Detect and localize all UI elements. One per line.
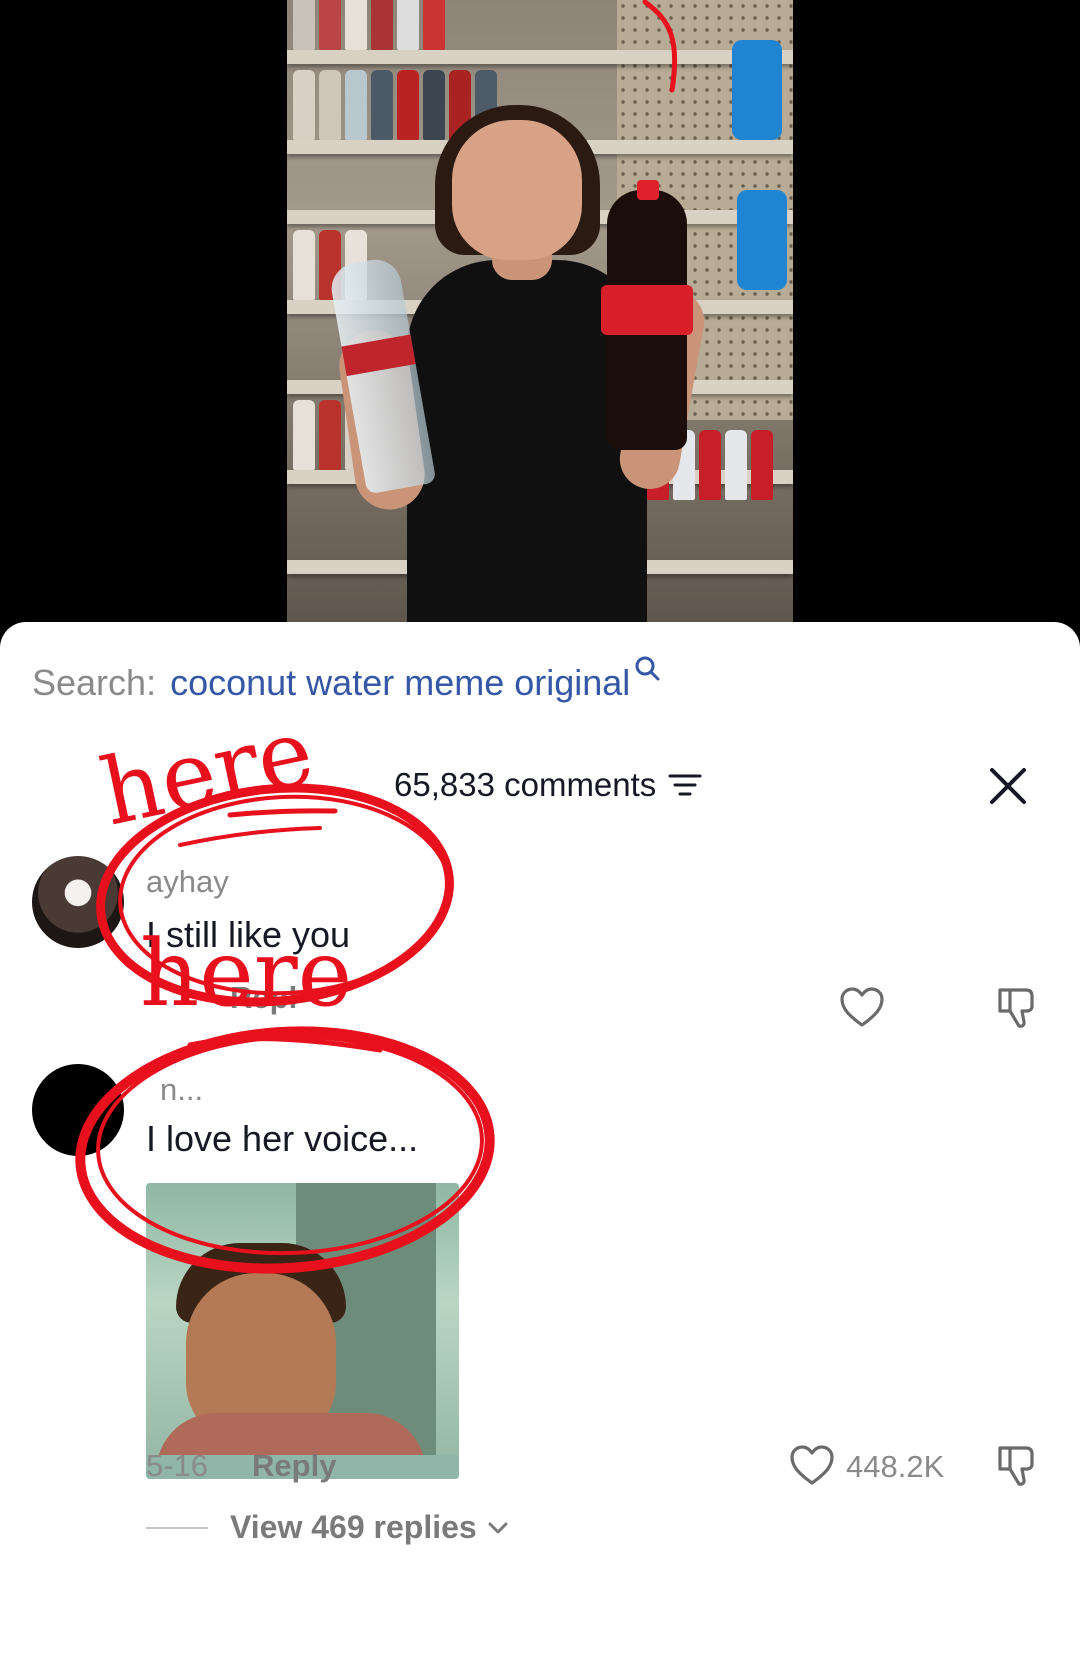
comment-gif[interactable] [146, 1183, 459, 1479]
product-blue-bottle [737, 190, 787, 290]
video-player[interactable] [0, 0, 1080, 640]
comment-username[interactable]: ayhay [146, 864, 229, 900]
video-frame[interactable] [287, 0, 793, 622]
heart-icon[interactable] [838, 984, 886, 1032]
avatar[interactable] [32, 1064, 124, 1156]
comment-text: I love her voice... [146, 1118, 419, 1159]
reply-button[interactable]: Repl [230, 980, 297, 1016]
chevron-down-icon [488, 1522, 508, 1533]
red-marker-stroke [642, 0, 678, 93]
comment-username[interactable]: n... [160, 1072, 203, 1108]
dislike-icon[interactable] [992, 984, 1040, 1032]
search-prefix: Search: [32, 662, 157, 703]
like-count: 448.2K [846, 1449, 945, 1484]
comments-count: 65,833 comments [394, 766, 657, 803]
person-face [452, 120, 582, 260]
reply-button[interactable]: Reply [252, 1448, 336, 1484]
comment-meta: 5-16 Reply [146, 1448, 336, 1484]
product-blue-bottle [732, 40, 782, 140]
comment-date: 5-16 [146, 1448, 209, 1483]
view-replies-label: View 469 replies [230, 1509, 477, 1545]
comment-text: I still like you [146, 914, 351, 955]
shelf-products [293, 0, 445, 50]
heart-icon[interactable] [788, 1442, 836, 1490]
cola-bottle [601, 180, 693, 450]
comments-sheet: Search: coconut water meme original 65,8… [0, 622, 1080, 1654]
dislike-icon[interactable] [992, 1442, 1040, 1490]
close-icon[interactable] [986, 764, 1030, 808]
comment-meta: Repl [230, 980, 297, 1016]
shelf [287, 50, 793, 64]
search-query-link[interactable]: coconut water meme original [170, 662, 630, 704]
search-suggestion[interactable]: Search: coconut water meme original [32, 656, 660, 704]
filter-icon[interactable] [668, 771, 702, 799]
comments-count-header: 65,833 comments [394, 766, 702, 804]
search-icon[interactable] [634, 655, 660, 681]
avatar[interactable] [32, 856, 124, 948]
view-replies-button[interactable]: View 469 replies [146, 1509, 509, 1546]
